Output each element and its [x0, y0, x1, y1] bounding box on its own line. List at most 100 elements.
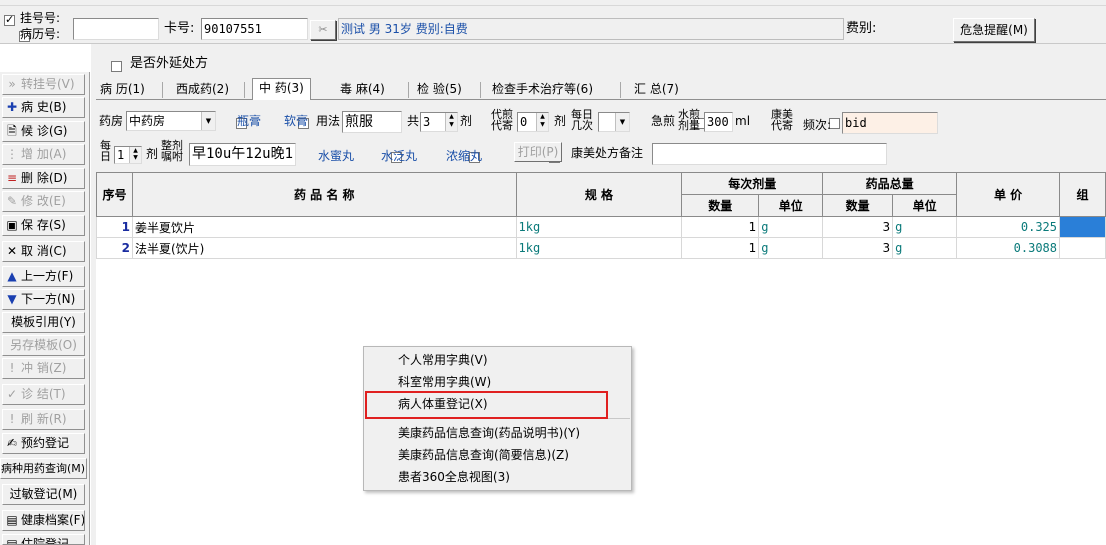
doses-stepper[interactable]: 3 ▲ ▼ [420, 112, 458, 132]
row-total-unit[interactable]: g [892, 216, 958, 238]
tab-medical-record[interactable]: 病 历(1) [94, 80, 151, 100]
tab-exam-surgery[interactable]: 检查手术治疗等(6) [486, 80, 599, 100]
sidebar-item-prev-rx[interactable]: ▲ 上一方(F) [2, 266, 85, 287]
chevron-down-icon: ▼ [201, 112, 215, 130]
sidebar-item-disease-drug[interactable]: 病种用药查询(M) [0, 458, 87, 479]
menu-item-dept-dict[interactable]: 科室常用字典(W) [398, 375, 491, 390]
tab-chinese-medicine[interactable]: 中 药(3) [252, 78, 311, 100]
sidebar-item-add[interactable]: ⋮ 增 加(A) [2, 144, 85, 165]
row-total-unit[interactable]: g [892, 237, 958, 259]
sidebar-item-template[interactable]: 模板引用(Y) [2, 312, 85, 333]
proxy-stepper[interactable]: 0 ▲ ▼ [517, 112, 549, 132]
row-drug-name[interactable]: 法半夏(饮片) [131, 237, 517, 259]
tab-summary[interactable]: 汇 总(7) [628, 80, 685, 100]
folder-icon: ▤ [6, 513, 18, 527]
sidebar-item-history[interactable]: ✚ 病 史(B) [2, 97, 85, 118]
usage-input[interactable]: 煎服 [342, 111, 402, 133]
tab-western-medicine[interactable]: 西成药(2) [170, 80, 235, 100]
row-dose-unit[interactable]: g [758, 216, 824, 238]
bottle-label: 瓶膏 [237, 114, 262, 128]
header-price: 单 价 [956, 172, 1060, 217]
row-total-qty[interactable]: 3 [822, 237, 894, 259]
patient-info-box: 测试 男 31岁 费别:自费 [338, 18, 844, 40]
highlight-box [365, 391, 608, 419]
sidebar-item-next-rx[interactable]: ▼ 下一方(N) [2, 289, 85, 310]
outside-rx-label: 是否外延处方 [130, 56, 209, 71]
print-button[interactable]: 打印(P) [514, 142, 562, 162]
sidebar-item-edit[interactable]: ✎ 修 改(E) [2, 191, 85, 212]
sidebar-item-inpatient[interactable]: ▤ 住院登记 [2, 534, 85, 545]
tab-lab-test[interactable]: 检 验(5) [411, 80, 468, 100]
patient-info-text: 测试 男 31岁 费别:自费 [341, 22, 468, 36]
sidebar-item-delete[interactable]: ≡ 删 除(D) [2, 168, 85, 189]
sidebar-item-allergy[interactable]: 过敏登记(M) [2, 484, 85, 505]
header-seq: 序号 [96, 172, 133, 217]
row-drug-name[interactable]: 姜半夏饮片 [131, 216, 517, 238]
row-spec[interactable]: 1kg [515, 237, 683, 259]
row-selected-cell[interactable] [1059, 216, 1106, 238]
sidebar-item-save-template[interactable]: 另存模板(O) [2, 335, 85, 356]
prescription-table: 序号 药 品 名 称 规 格 每次剂量 药品总量 单 价 组 数量 单位 数量 … [96, 172, 1106, 259]
exclamation-icon: ! [9, 361, 15, 375]
card-label: 卡号: [164, 21, 195, 36]
menu-item-patient-360[interactable]: 患者360全息视图(3) [398, 470, 510, 485]
sidebar-item-waiting[interactable]: 🗎 候 诊(G) [2, 121, 85, 142]
outside-rx-checkbox[interactable] [111, 61, 122, 72]
row-price[interactable]: 0.325 [956, 216, 1060, 238]
water-dose-label: 水煎 剂量 [678, 108, 700, 132]
sidebar-item-save[interactable]: ▣ 保 存(S) [2, 215, 85, 236]
per-day-select[interactable]: ▼ [598, 112, 630, 132]
row-seq: 2 [96, 237, 133, 259]
card-reader-button[interactable]: ✂ [310, 20, 336, 40]
card-input[interactable]: 90107551 [201, 18, 308, 40]
regno-checkbox[interactable] [4, 13, 15, 26]
sidebar-item-refresh[interactable]: ! 刷 新(R) [2, 409, 85, 430]
urgent-decoct-label: 急煎 [651, 114, 676, 128]
row-extra-cell[interactable] [1059, 237, 1106, 259]
water-dose-input[interactable]: 300 [704, 112, 733, 132]
row-dose-qty[interactable]: 1 [681, 237, 760, 259]
save-icon: ▣ [6, 218, 18, 232]
delete-icon: ≡ [6, 171, 18, 185]
pharmacy-select[interactable]: 中药房 ▼ [126, 111, 216, 131]
calendar-icon: ✍ [6, 436, 18, 450]
menu-item-drug-brief[interactable]: 美康药品信息查询(简要信息)(Z) [398, 448, 569, 463]
regno-input[interactable] [73, 18, 159, 40]
frequency-input[interactable]: bid [842, 112, 938, 134]
table-row[interactable]: 2 法半夏(饮片) 1kg 1 g 3 g 0.3088 [96, 237, 1106, 259]
daily-stepper[interactable]: 1 ▲ ▼ [114, 146, 142, 164]
kangmei-label: 康美 代寄 [771, 108, 793, 132]
row-price[interactable]: 0.3088 [956, 237, 1060, 259]
spin-arrows-icon: ▲ ▼ [129, 147, 141, 163]
document-icon: 🗎 [7, 124, 17, 138]
row-dose-unit[interactable]: g [758, 237, 824, 259]
row-spec[interactable]: 1kg [515, 216, 683, 238]
instruction-input[interactable]: 早10u午12u晚1 [189, 143, 296, 166]
tab-separator [408, 82, 409, 98]
sidebar-item-write-off[interactable]: ! 冲 销(Z) [2, 358, 85, 379]
kangmei-note-label: 康美处方备注 [571, 146, 644, 160]
kangmei-note-input[interactable] [652, 143, 887, 165]
sidebar-item-health-record[interactable]: ▤ 健康档案(F) [2, 510, 85, 531]
menu-item-drug-manual[interactable]: 美康药品信息查询(药品说明书)(Y) [398, 426, 580, 441]
header-total-unit: 单位 [892, 194, 958, 217]
header-dose-qty: 数量 [681, 194, 760, 217]
edit-icon: ✎ [6, 194, 18, 208]
row-total-qty[interactable]: 3 [822, 216, 894, 238]
tab-narcotics[interactable]: 毒 麻(4) [334, 80, 391, 100]
tab-separator [620, 82, 621, 98]
table-row[interactable]: 1 姜半夏饮片 1kg 1 g 3 g 0.325 [96, 216, 1106, 238]
spin-arrows-icon: ▲ ▼ [536, 113, 548, 131]
sidebar-item-finish[interactable]: ✓ 诊 结(T) [2, 384, 85, 405]
pill-concentrate-label: 浓缩丸 [446, 149, 483, 163]
menu-item-personal-dict[interactable]: 个人常用字典(V) [398, 353, 488, 368]
sidebar-item-appointment[interactable]: ✍ 预约登记 [2, 433, 85, 454]
tab-separator [480, 82, 481, 98]
header-per-dose: 每次剂量 [681, 172, 824, 195]
header-extra: 组 [1059, 172, 1106, 217]
critical-alert-button[interactable]: 危急提醒(M) [953, 18, 1035, 42]
row-dose-qty[interactable]: 1 [681, 216, 760, 238]
total-label: 共 [407, 114, 420, 128]
sidebar-item-cancel[interactable]: ✕ 取 消(C) [2, 241, 85, 262]
sidebar-item-transfer[interactable]: » 转挂号(V) [2, 74, 85, 95]
